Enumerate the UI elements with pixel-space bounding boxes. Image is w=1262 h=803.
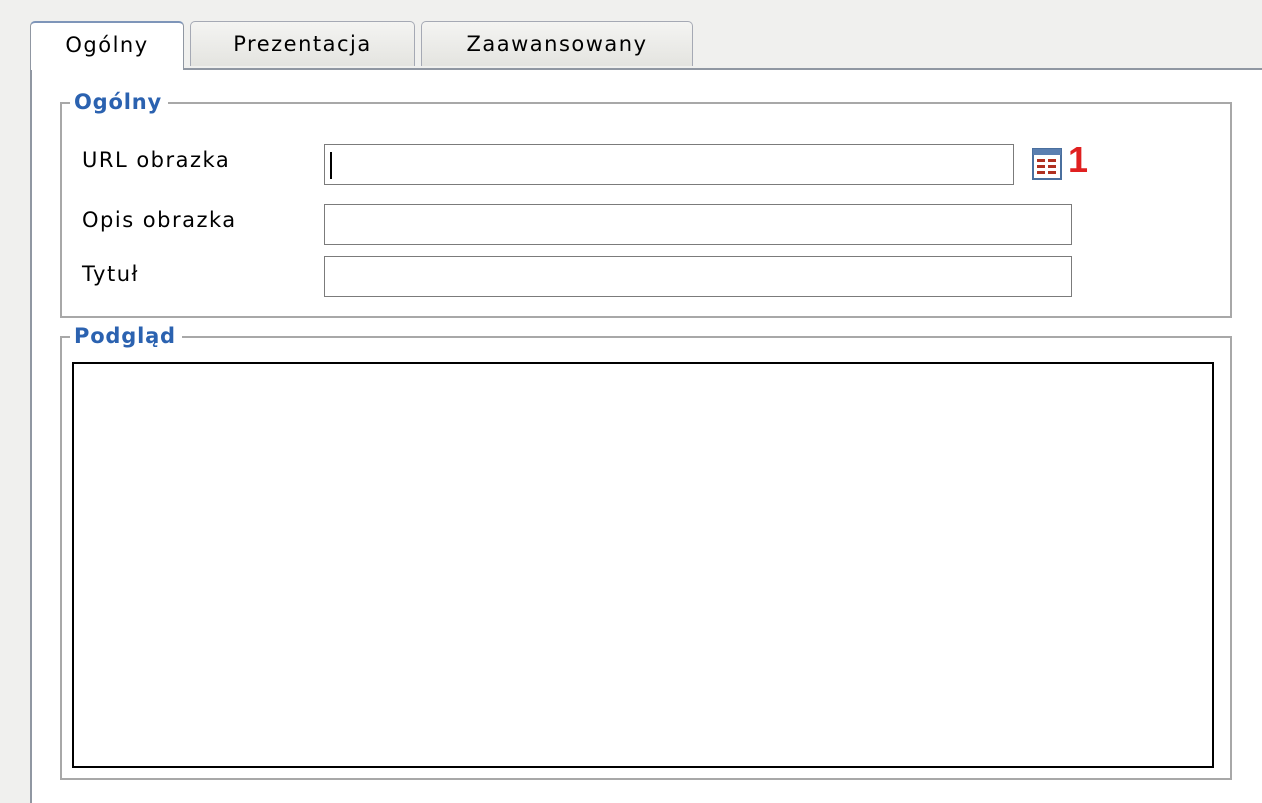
preview-fieldset: Podgląd (60, 321, 1232, 780)
general-legend: Ogólny (70, 87, 168, 117)
image-description-input[interactable] (324, 204, 1072, 245)
preview-area (72, 362, 1214, 768)
tab-presentation[interactable]: Prezentacja (190, 21, 415, 66)
text-cursor (330, 152, 332, 179)
image-description-label: Opis obrazka (82, 208, 237, 232)
tab-general[interactable]: Ogólny (30, 21, 184, 70)
general-fieldset: Ogólny URL obrazka 1 Opis obrazka Tytuł (60, 87, 1232, 318)
annotation-marker: 1 (1068, 139, 1089, 180)
image-url-input[interactable] (324, 144, 1014, 185)
preview-legend: Podgląd (70, 321, 182, 351)
tab-advanced[interactable]: Zaawansowany (421, 21, 693, 66)
image-browser-icon[interactable] (1032, 148, 1062, 180)
image-title-input[interactable] (324, 256, 1072, 297)
tab-panel-general: Ogólny URL obrazka 1 Opis obrazka Tytuł … (30, 68, 1262, 803)
image-properties-dialog: Ogólny Prezentacja Zaawansowany Ogólny U… (0, 0, 1262, 803)
image-title-label: Tytuł (82, 262, 139, 286)
image-url-label: URL obrazka (82, 148, 231, 172)
